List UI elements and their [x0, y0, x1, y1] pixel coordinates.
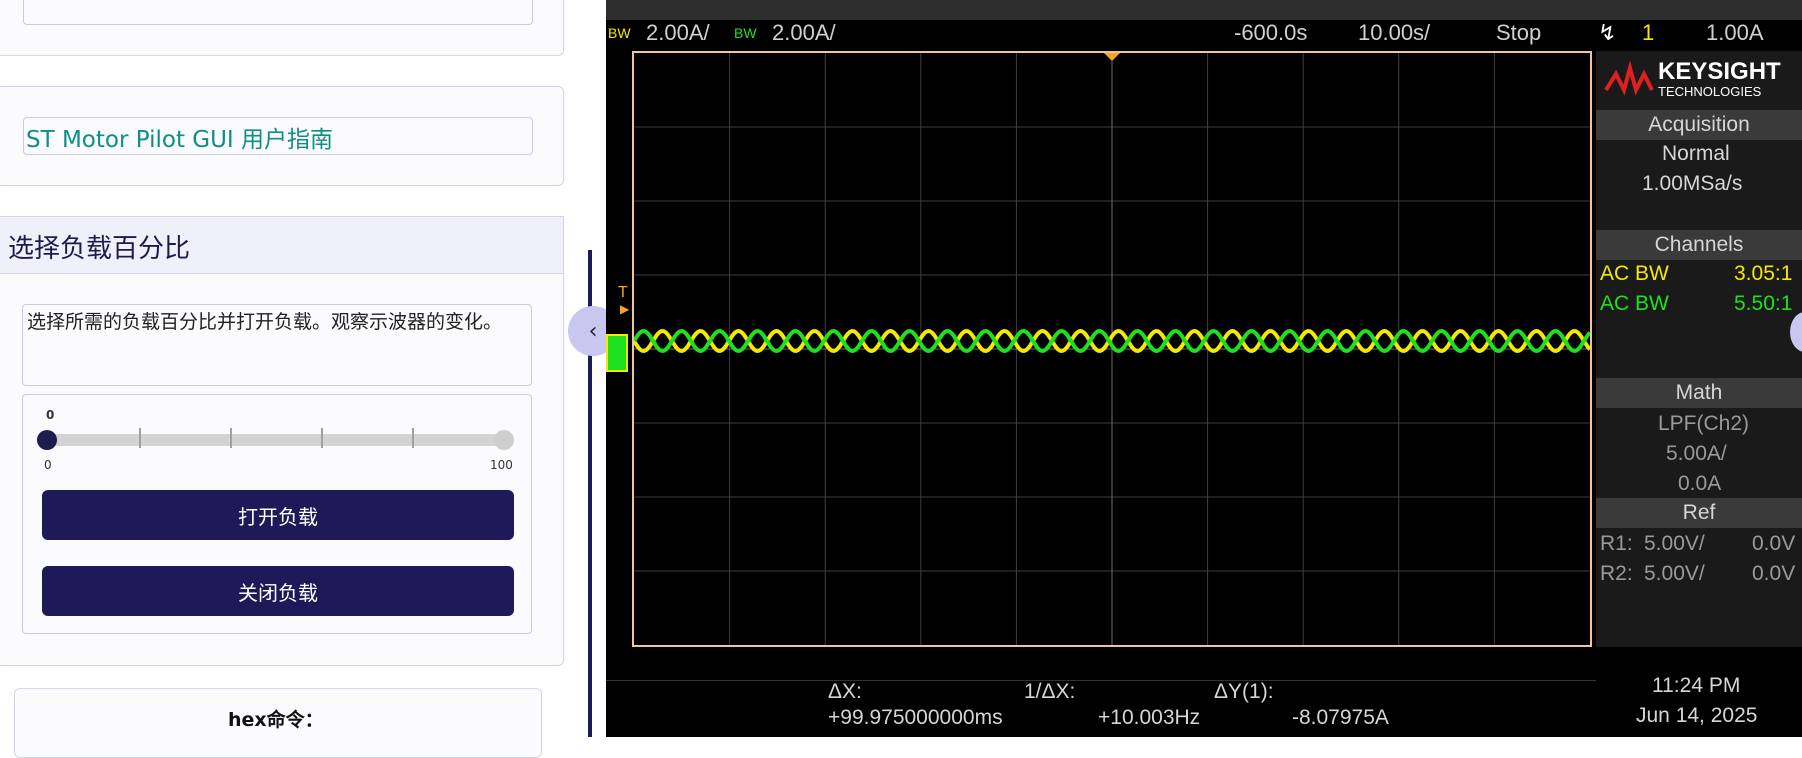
delta-x-label: ΔX: [828, 680, 862, 703]
waveform-plot [634, 53, 1590, 645]
inverse-delta-x-label: 1/ΔX: [1024, 680, 1076, 703]
math-offset: 0.0A [1678, 472, 1722, 495]
inverse-delta-x-value: +10.003Hz [1098, 706, 1201, 729]
scope-info-panel [1596, 51, 1802, 647]
load-slider-track[interactable] [47, 434, 504, 446]
ch1-scale: 2.00A/ [646, 20, 710, 45]
ref1-label: R1: [1600, 532, 1633, 555]
math-header[interactable]: Math [1596, 378, 1802, 408]
slider-tick [139, 428, 141, 448]
top-card [0, 0, 564, 56]
user-guide-link[interactable]: ST Motor Pilot GUI 用户指南 [26, 120, 333, 154]
load-description: 选择所需的负载百分比并打开负载。观察示波器的变化。 [27, 311, 503, 333]
slider-max-label: 100 [490, 458, 513, 472]
ch2-scale: 2.00A/ [772, 20, 836, 45]
delta-y-value: -8.07975A [1292, 706, 1389, 729]
trigger-level: 1.00A [1706, 20, 1764, 45]
channel1-probe: 3.05:1 [1734, 262, 1793, 285]
math-scale: 5.00A/ [1666, 442, 1727, 465]
clock-date: Jun 14, 2025 [1636, 704, 1758, 727]
ref2-scale: 5.00V/ [1644, 562, 1705, 585]
left-panel: ST Motor Pilot GUI 用户指南 选择负载百分比 选择所需的负载百… [0, 0, 598, 758]
math-function: LPF(Ch2) [1658, 412, 1750, 435]
trigger-level-marker: T [618, 284, 628, 301]
ch1-bw-label: BW [608, 25, 631, 41]
slider-min-label: 0 [44, 458, 52, 472]
trigger-position-marker [1104, 53, 1120, 61]
top-card-inner [23, 0, 533, 25]
load-section-title: 选择负载百分比 [8, 234, 191, 264]
cursor-bar [606, 680, 1596, 681]
channel2-probe: 5.50:1 [1734, 292, 1793, 315]
chevron-left-icon: ‹ [588, 318, 598, 344]
channel1-coupling: AC BW [1600, 262, 1669, 285]
trigger-arrow-icon: ▶ [620, 302, 630, 316]
scope-top-strip [606, 0, 1802, 20]
keysight-logo-icon [1604, 60, 1654, 96]
delta-y-label: ΔY(1): [1214, 680, 1274, 703]
acquisition-header[interactable]: Acquisition [1596, 110, 1802, 140]
slider-end-marker [494, 430, 514, 450]
ref1-scale: 5.00V/ [1644, 532, 1705, 555]
delta-x-value: +99.975000000ms [828, 706, 1003, 729]
ref2-label: R2: [1600, 562, 1633, 585]
waveform-grid [632, 51, 1592, 647]
acquisition-rate: 1.00MSa/s [1642, 172, 1743, 195]
trigger-edge-icon: ↯ [1598, 20, 1617, 45]
timebase: 10.00s/ [1358, 20, 1431, 45]
trigger-channel: 1 [1642, 20, 1655, 45]
slider-current-value: 0 [46, 408, 55, 422]
close-load-button[interactable]: 关闭负载 [42, 566, 514, 616]
clock-time: 11:24 PM [1652, 674, 1741, 697]
oscilloscope-screen: BW 2.00A/ BW 2.00A/ -600.0s 10.00s/ Stop… [606, 0, 1802, 737]
brand-subtitle: TECHNOLOGIES [1658, 84, 1762, 99]
ref-header[interactable]: Ref [1596, 498, 1802, 528]
open-load-button[interactable]: 打开负载 [42, 490, 514, 540]
acquisition-mode: Normal [1662, 142, 1730, 165]
ref1-offset: 0.0V [1752, 532, 1796, 555]
slider-tick [412, 428, 414, 448]
run-state: Stop [1496, 20, 1542, 45]
brand-name: KEYSIGHT [1658, 58, 1781, 85]
ref2-offset: 0.0V [1752, 562, 1796, 585]
trigger-delay: -600.0s [1234, 20, 1308, 45]
slider-tick [230, 428, 232, 448]
channels-header[interactable]: Channels [1596, 230, 1802, 260]
channel2-coupling: AC BW [1600, 292, 1669, 315]
hex-command-label: hex命令： [228, 709, 324, 731]
channel-ground-marker [606, 334, 628, 372]
load-slider-handle[interactable] [37, 430, 57, 450]
slider-tick [321, 428, 323, 448]
